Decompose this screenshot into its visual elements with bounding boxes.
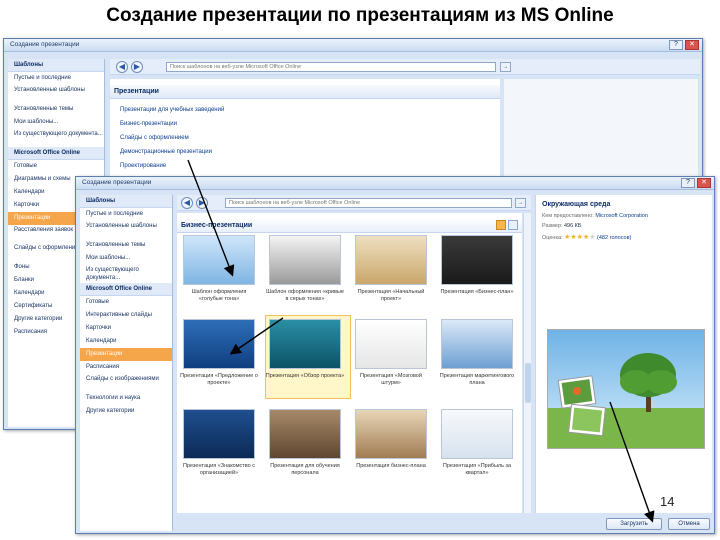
category-link[interactable]: Слайды с оформлением [114, 131, 494, 145]
front-sidebar-item[interactable]: Пустые и последние [80, 208, 172, 221]
preview-size-row: Размер: 496 КБ [542, 223, 582, 229]
back-sidebar-item[interactable]: Microsoft Office Online [8, 147, 104, 160]
front-sidebar-item[interactable]: Технологии и наука [80, 392, 172, 405]
front-sidebar-item[interactable]: Расписания [80, 361, 172, 374]
front-gallery-panel: Бизнес-презентации Шаблон оформления «го… [177, 213, 522, 513]
front-preview-panel: Окружающая среда Кем предоставлено: Micr… [535, 195, 712, 513]
front-sidebar-item[interactable]: Готовые [80, 296, 172, 309]
template-thumbnail[interactable] [269, 235, 341, 285]
template-thumbnail[interactable] [355, 409, 427, 459]
template-thumbnail[interactable] [269, 319, 341, 369]
front-sidebar-item[interactable]: Шаблоны [80, 195, 172, 208]
front-sidebar-item[interactable]: Установленные темы [80, 239, 172, 252]
back-dialog-titlebar: Создание презентации ? ✕ [4, 39, 702, 52]
category-link[interactable]: Презентации для учебных заведений [114, 103, 494, 117]
front-sidebar-item[interactable]: Мои шаблоны... [80, 252, 172, 265]
template-thumbnail[interactable] [441, 235, 513, 285]
forward-nav-icon[interactable]: ▶ [196, 197, 208, 209]
front-sidebar-item[interactable]: Календари [80, 335, 172, 348]
category-link[interactable]: Демонстрационные презентации [114, 145, 494, 159]
template-gallery: Шаблон оформления «голубые тона» Шаблон о… [177, 213, 522, 513]
back-search-go-icon[interactable]: → [500, 62, 511, 72]
back-sidebar-item[interactable]: Установленные темы [8, 103, 104, 116]
category-link[interactable]: Проектирование [114, 159, 494, 173]
back-sidebar-item[interactable]: Из существующего документа... [8, 129, 104, 147]
template-caption: Презентация «Предложение о проекте» [180, 373, 258, 386]
front-dialog-title: Создание презентации [82, 179, 152, 186]
star-icon[interactable]: ★ [589, 234, 595, 241]
front-sidebar-item[interactable]: Слайды с изображениями [80, 374, 172, 392]
template-thumbnail[interactable] [355, 319, 427, 369]
back-section-title: Презентации [110, 85, 500, 99]
rating-stars[interactable]: ★★★★★ [564, 234, 595, 241]
front-sidebar-item[interactable]: Карточки [80, 322, 172, 335]
provider-value[interactable]: Microsoft Corporation [595, 213, 648, 219]
forward-nav-icon[interactable]: ▶ [131, 61, 143, 73]
template-thumbnail[interactable] [183, 319, 255, 369]
close-button[interactable]: ✕ [697, 178, 711, 188]
help-button[interactable]: ? [669, 40, 683, 50]
template-caption: Презентация «Прибыль за квартал» [442, 463, 512, 476]
cancel-button[interactable]: Отмена [668, 518, 710, 530]
size-label: Размер: [542, 223, 563, 229]
template-caption: Презентация «Бизнес-план» [440, 289, 514, 295]
page-number: 14 [660, 494, 675, 509]
back-sidebar-item[interactable]: Мои шаблоны... [8, 116, 104, 129]
front-dialog-window: Создание презентации ? ✕ Шаблоны Пустые и… [75, 176, 715, 534]
template-caption: Презентация бизнес-плана [356, 463, 426, 469]
back-sidebar-item[interactable]: Установленные шаблоны [8, 85, 104, 103]
front-template-sidebar: Шаблоны Пустые и последние Установленные ш… [80, 195, 173, 531]
gallery-scrollbar[interactable] [523, 213, 531, 513]
template-caption: Презентация «Мозговой штурм» [360, 373, 422, 386]
back-category-links: Презентации для учебных заведений Бизнес-… [114, 103, 494, 173]
preview-title: Окружающая среда [542, 201, 611, 208]
back-nav-icon[interactable]: ◀ [181, 197, 193, 209]
template-caption: Шаблон оформления «кривые в серых тонах» [266, 289, 344, 302]
template-thumbnail[interactable] [269, 409, 341, 459]
environment-tree-illustration [548, 330, 704, 448]
template-thumbnail[interactable] [183, 235, 255, 285]
back-sidebar-item[interactable]: Готовые [8, 160, 104, 173]
close-button[interactable]: ✕ [685, 40, 699, 50]
front-dialog-titlebar: Создание презентации ? ✕ [76, 177, 714, 190]
rating-votes: (482 голосов) [597, 235, 632, 241]
template-caption: Шаблон оформления «голубые тона» [191, 289, 247, 302]
slide-title: Создание презентации по презентациям из … [106, 5, 614, 26]
help-button[interactable]: ? [681, 178, 695, 188]
template-thumbnail[interactable] [441, 409, 513, 459]
template-thumbnail[interactable] [183, 409, 255, 459]
front-sidebar-item[interactable]: Установленные шаблоны [80, 221, 172, 239]
back-sidebar-item[interactable]: Шаблоны [8, 59, 104, 72]
template-thumbnail[interactable] [441, 319, 513, 369]
template-caption: Презентация для обучения персонала [270, 463, 340, 476]
preview-rating-row: Оценка: ★★★★★ (482 голосов) [542, 233, 631, 241]
size-value: 496 КБ [563, 223, 582, 229]
front-sidebar-item[interactable]: Microsoft Office Online [80, 283, 172, 296]
category-link[interactable]: Бизнес-презентации [114, 117, 494, 131]
preview-provider-row: Кем предоставлено: Microsoft Corporation [542, 213, 648, 219]
front-search-input[interactable]: Поиск шаблонов на веб-узле Microsoft Off… [225, 198, 512, 208]
template-caption: Презентация «Обзор проекта» [265, 373, 345, 379]
front-search-go-icon[interactable]: → [515, 198, 526, 208]
front-toolbar: ◀ ▶ Поиск шаблонов на веб-узле Microsoft… [177, 195, 531, 211]
front-sidebar-item[interactable]: Презентации [80, 348, 172, 361]
template-caption: Презентация «Начальный проект» [357, 289, 425, 302]
back-search-input[interactable]: Поиск шаблонов на веб-узле Microsoft Off… [166, 62, 496, 72]
template-thumbnail[interactable] [355, 235, 427, 285]
front-sidebar-item[interactable]: Интерактивные слайды [80, 309, 172, 322]
back-nav-icon[interactable]: ◀ [116, 61, 128, 73]
back-dialog-title: Создание презентации [10, 41, 80, 48]
download-button[interactable]: Загрузить [606, 518, 662, 530]
rating-label: Оценка: [542, 235, 563, 241]
preview-image [547, 329, 705, 449]
template-caption: Презентация маркетингового плана [439, 373, 515, 386]
front-sidebar-item[interactable]: Из существующего документа... [80, 265, 172, 283]
scrollbar-thumb[interactable] [525, 363, 531, 403]
provider-label: Кем предоставлено: [542, 213, 594, 219]
template-caption: Презентация «Знакомство с организацией» [182, 463, 255, 476]
front-sidebar-item[interactable]: Другие категории [80, 405, 172, 418]
back-toolbar: ◀ ▶ Поиск шаблонов на веб-узле Microsoft… [110, 59, 700, 75]
back-sidebar-item[interactable]: Пустые и последние [8, 72, 104, 85]
